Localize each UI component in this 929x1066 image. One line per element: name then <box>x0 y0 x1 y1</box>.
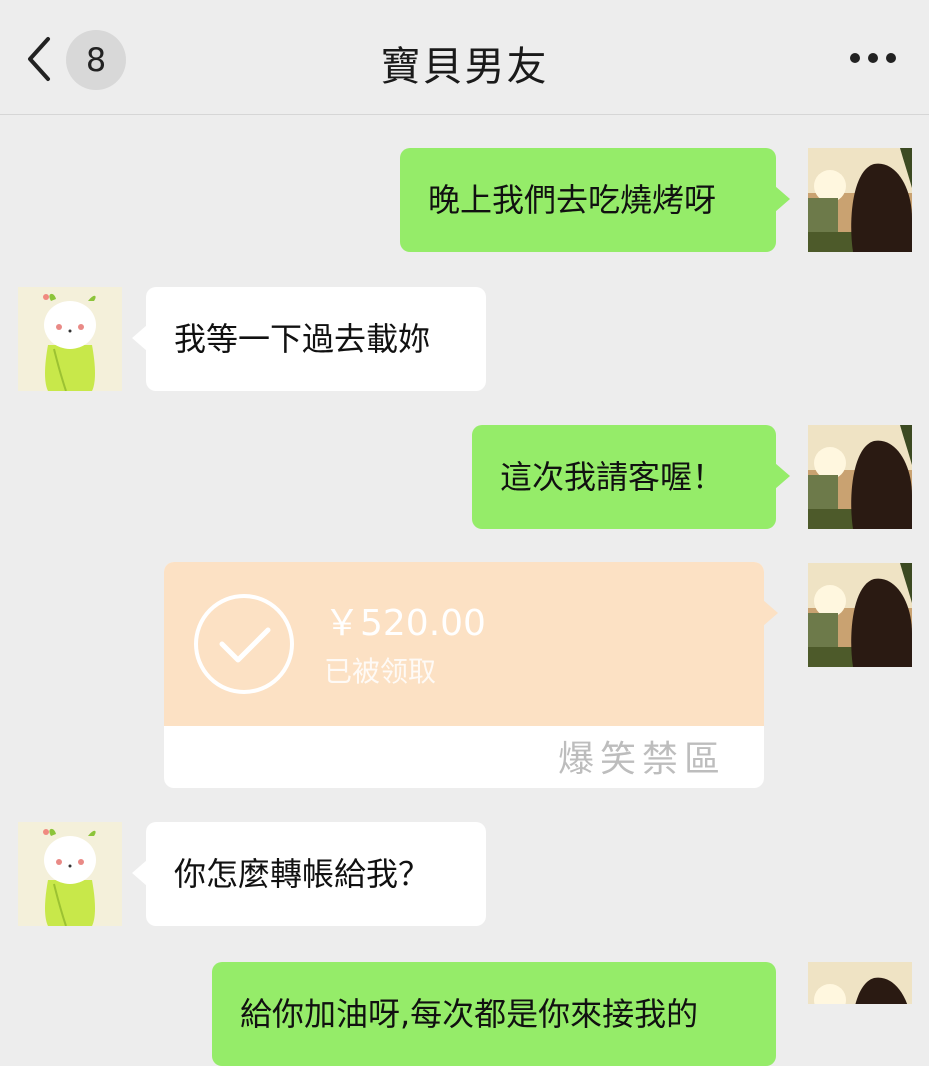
watermark: 爆笑禁區 <box>558 739 727 780</box>
friend-avatar[interactable] <box>18 287 122 391</box>
friend-avatar[interactable] <box>18 822 122 926</box>
chat-header: 8 寶貝男友 <box>0 0 929 115</box>
bubble-tail <box>763 600 778 626</box>
more-button[interactable] <box>848 50 898 66</box>
check-circle-icon <box>194 594 294 694</box>
transfer-card-header: ￥520.00 已被领取 <box>164 562 764 726</box>
more-dots-icon <box>850 53 860 63</box>
cartoon-character-avatar <box>18 287 122 391</box>
my-avatar[interactable] <box>808 962 912 1004</box>
more-dot <box>886 53 896 63</box>
message-bubble-received[interactable]: 我等一下過去載妳 <box>132 287 486 391</box>
girl-silhouette-avatar <box>808 148 912 252</box>
message-bubble-sent[interactable]: 這次我請客喔！ <box>472 425 790 529</box>
cartoon-character-avatar <box>18 822 122 926</box>
girl-silhouette-avatar <box>808 962 912 1004</box>
transfer-amount: ￥520.00 <box>324 603 486 644</box>
my-avatar[interactable] <box>808 425 912 529</box>
chat-title: 寶貝男友 <box>380 44 549 90</box>
message-bubble-sent[interactable]: 晚上我們去吃燒烤呀 <box>400 148 790 252</box>
transfer-status: 已被领取 <box>324 655 437 688</box>
message-bubble-received[interactable]: 你怎麼轉帳給我？ <box>132 822 486 926</box>
my-avatar[interactable] <box>808 563 912 667</box>
girl-silhouette-avatar <box>808 563 912 667</box>
girl-silhouette-avatar <box>808 425 912 529</box>
more-dot <box>868 53 878 63</box>
my-avatar[interactable] <box>808 148 912 252</box>
message-bubble-sent[interactable]: 給你加油呀,每次都是你來接我的 <box>212 962 776 1066</box>
